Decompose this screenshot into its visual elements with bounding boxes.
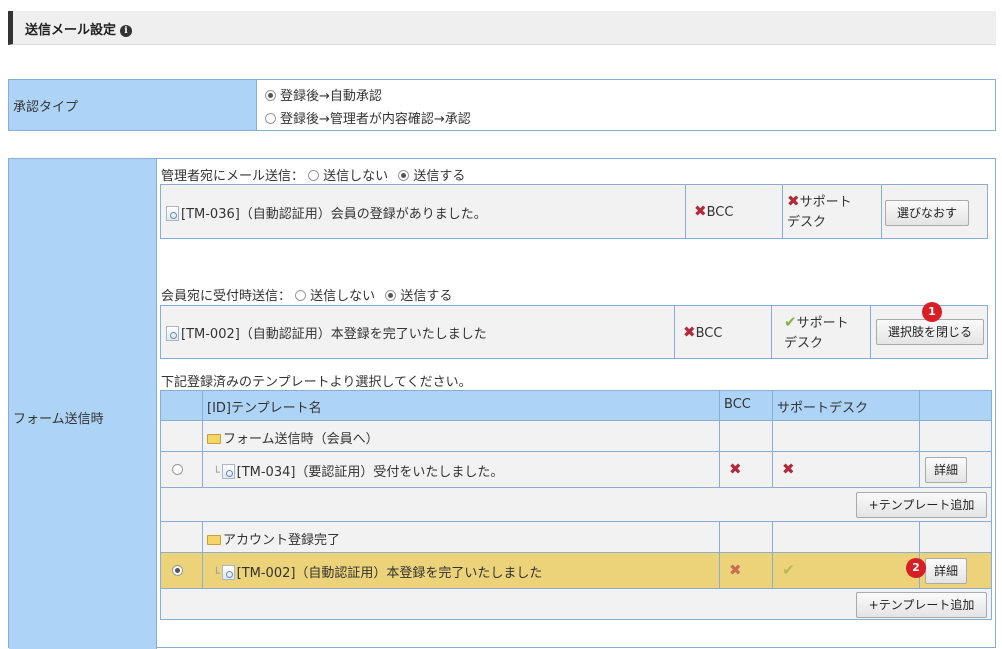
template-list-prompt: 下記登録済みのテンプレートより選択してください。 bbox=[161, 375, 472, 390]
detail-button[interactable]: 詳細 bbox=[925, 558, 967, 584]
section-title-text: 送信メール設定 bbox=[25, 23, 117, 38]
folder-icon bbox=[207, 434, 221, 444]
template-radio[interactable] bbox=[172, 464, 183, 475]
member-support-label: サポート bbox=[796, 316, 849, 331]
admin-radio-yes[interactable] bbox=[398, 170, 410, 181]
section-title: 送信メール設定 i bbox=[25, 19, 133, 38]
admin-bcc-label: BCC bbox=[706, 205, 734, 220]
approval-label-cell: 承認タイプ bbox=[9, 80, 257, 130]
admin-opt-yes: 送信する bbox=[413, 169, 466, 184]
info-icon[interactable]: i bbox=[120, 25, 133, 37]
col-template-name: [ID]テンプレート名 bbox=[207, 401, 322, 416]
form-send-label: フォーム送信時 bbox=[13, 412, 104, 427]
admin-opt-no: 送信しない bbox=[323, 169, 389, 184]
check-icon[interactable]: ✔ bbox=[782, 561, 795, 579]
member-template-name: [TM-002]（自動認証用）本登録を完了いたしました bbox=[181, 327, 487, 342]
folder-icon bbox=[207, 535, 221, 545]
admin-send-prompt: 管理者宛にメール送信： bbox=[161, 169, 305, 184]
document-icon bbox=[166, 326, 179, 341]
reselect-button[interactable]: 選びなおす bbox=[885, 200, 969, 226]
add-template-button[interactable]: +テンプレート追加 bbox=[856, 492, 987, 518]
member-radio-yes[interactable] bbox=[385, 290, 397, 301]
tree-branch-icon: └ bbox=[213, 466, 220, 479]
admin-support-label: サポート bbox=[799, 195, 852, 210]
admin-support-label-2: デスク bbox=[787, 215, 827, 230]
col-support-desk: サポートデスク bbox=[777, 401, 869, 416]
admin-support-cell: ✖サポート デスク bbox=[783, 185, 882, 238]
admin-template-cell: [TM-036]（自動認証用）会員の登録がありました。 bbox=[161, 185, 686, 238]
x-icon[interactable]: ✖ bbox=[683, 323, 696, 341]
folder-name: アカウント登録完了 bbox=[223, 533, 341, 548]
member-bcc-label: BCC bbox=[695, 326, 723, 341]
approval-option-auto[interactable]: 登録後→自動承認 bbox=[265, 85, 382, 104]
member-send-prompt-line: 会員宛に受付時送信： 送信しない 送信する bbox=[161, 285, 452, 304]
member-send-prompt: 会員宛に受付時送信： bbox=[161, 289, 292, 304]
radio-manual[interactable] bbox=[265, 113, 276, 124]
x-icon[interactable]: ✖ bbox=[729, 460, 742, 478]
member-opt-no: 送信しない bbox=[310, 289, 376, 304]
member-template-cell: [TM-002]（自動認証用）本登録を完了いたしました bbox=[161, 306, 675, 358]
x-icon[interactable]: ✖ bbox=[787, 192, 800, 210]
document-icon bbox=[221, 464, 235, 479]
col-bcc: BCC bbox=[724, 397, 751, 412]
table-row-selected[interactable]: └ [TM-002]（自動認証用）本登録を完了いたしました ✖ ✔ 詳細 bbox=[161, 553, 991, 589]
approval-option-auto-label: 登録後→自動承認 bbox=[280, 89, 382, 104]
folder-name: フォーム送信時（会員へ） bbox=[223, 432, 379, 447]
admin-send-prompt-line: 管理者宛にメール送信： 送信しない 送信する bbox=[161, 165, 465, 184]
table-row[interactable]: └ [TM-034]（要認証用）受付をいたしました。 ✖ ✖ 詳細 bbox=[161, 452, 991, 488]
approval-option-manual-label: 登録後→管理者が内容確認→承認 bbox=[280, 112, 471, 127]
check-icon[interactable]: ✔ bbox=[784, 313, 797, 331]
member-template[interactable]: [TM-002]（自動認証用）本登録を完了いたしました bbox=[166, 323, 487, 342]
admin-bcc-cell: ✖BCC bbox=[686, 185, 783, 238]
member-opt-yes: 送信する bbox=[400, 289, 453, 304]
document-icon bbox=[221, 565, 235, 580]
member-bcc-cell: ✖BCC bbox=[675, 306, 772, 358]
admin-radio-no[interactable] bbox=[308, 170, 320, 181]
member-support-cell: ✔サポート デスク bbox=[772, 306, 871, 358]
add-template-button[interactable]: +テンプレート追加 bbox=[856, 592, 987, 618]
section-header: 送信メール設定 i bbox=[8, 11, 996, 45]
x-icon[interactable]: ✖ bbox=[782, 460, 795, 478]
member-template-box: [TM-002]（自動認証用）本登録を完了いたしました ✖BCC ✔サポート デ… bbox=[160, 305, 988, 359]
folder-row: アカウント登録完了 bbox=[161, 522, 991, 553]
template-name: [TM-002]（自動認証用）本登録を完了いたしました bbox=[236, 566, 543, 581]
admin-template-box: [TM-036]（自動認証用）会員の登録がありました。 ✖BCC ✖サポート デ… bbox=[160, 184, 988, 239]
admin-button-cell: 選びなおす bbox=[882, 185, 989, 238]
tree-branch-icon: └ bbox=[213, 567, 220, 580]
radio-auto[interactable] bbox=[265, 90, 276, 101]
close-options-button[interactable]: 選択肢を閉じる bbox=[876, 319, 984, 345]
member-radio-no[interactable] bbox=[295, 290, 307, 301]
template-table: [ID]テンプレート名 BCC サポートデスク フォーム送信時（会員へ） └ [T… bbox=[160, 390, 992, 620]
annotation-marker-1: 1 bbox=[922, 302, 942, 322]
annotation-marker-2: 2 bbox=[906, 558, 926, 578]
detail-button[interactable]: 詳細 bbox=[925, 457, 967, 483]
admin-template-name: [TM-036]（自動認証用）会員の登録がありました。 bbox=[181, 207, 487, 222]
add-template-row: +テンプレート追加 bbox=[161, 589, 991, 621]
approval-label: 承認タイプ bbox=[13, 100, 79, 115]
member-support-label-2: デスク bbox=[784, 336, 824, 351]
form-send-label-cell: フォーム送信時 bbox=[9, 159, 157, 649]
admin-template[interactable]: [TM-036]（自動認証用）会員の登録がありました。 bbox=[166, 203, 487, 222]
x-icon[interactable]: ✖ bbox=[729, 561, 742, 579]
template-radio[interactable] bbox=[172, 565, 183, 576]
approval-row: 承認タイプ 登録後→自動承認 登録後→管理者が内容確認→承認 bbox=[8, 79, 996, 131]
approval-option-manual[interactable]: 登録後→管理者が内容確認→承認 bbox=[265, 108, 471, 127]
document-icon bbox=[166, 206, 179, 221]
template-name: [TM-034]（要認証用）受付をいたしました。 bbox=[236, 465, 504, 480]
x-icon[interactable]: ✖ bbox=[694, 202, 707, 220]
folder-row: フォーム送信時（会員へ） bbox=[161, 421, 991, 452]
table-header-row: [ID]テンプレート名 BCC サポートデスク bbox=[161, 391, 991, 421]
add-template-row: +テンプレート追加 bbox=[161, 488, 991, 522]
